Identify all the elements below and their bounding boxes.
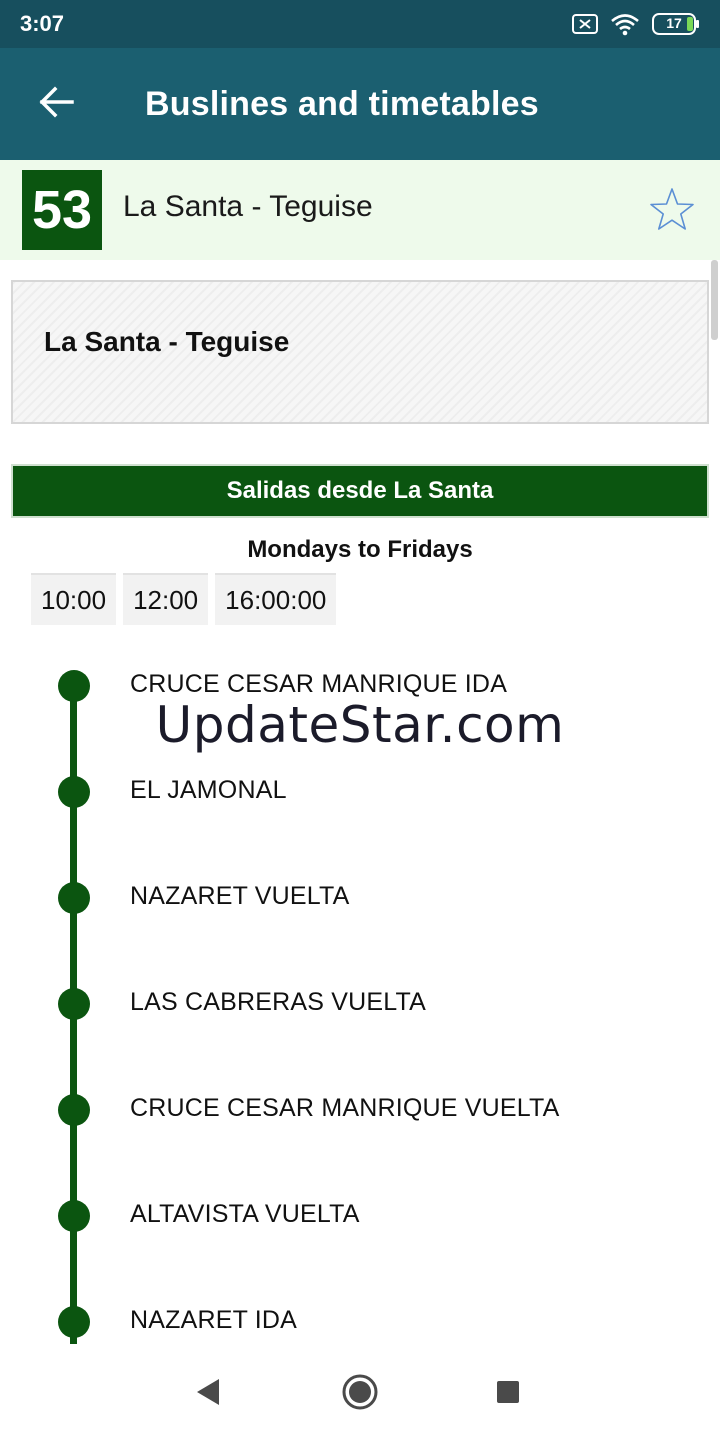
no-sim-icon [572,14,598,34]
app-title: Buslines and timetables [145,84,539,123]
stop-label: LAS CABRERAS VUELTA [130,988,427,1016]
stop-label: EL JAMONAL [130,776,287,804]
stop-label: NAZARET IDA [130,1306,298,1334]
triangle-back-icon [197,1379,219,1405]
stop-dot [58,1306,90,1338]
stop-label: ALTAVISTA VUELTA [130,1200,360,1228]
battery-icon: 17 [652,13,700,35]
stop-label: NAZARET VUELTA [130,882,350,910]
stop-dot [58,882,90,914]
status-time: 3:07 [20,11,65,36]
favorite-button[interactable] [648,186,696,234]
stop-dot [58,1094,90,1126]
departures-header: Salidas desde La Santa [11,464,709,518]
stop-item[interactable]: EL JAMONAL [0,762,720,822]
wifi-icon [610,12,640,36]
square-recents-icon [497,1381,519,1403]
stop-item[interactable]: CRUCE CESAR MANRIQUE VUELTA [0,1080,720,1140]
status-bar: 3:07 17 [0,0,720,48]
route-name: La Santa - Teguise [123,190,373,223]
watermark: UpdateStar.com [155,696,565,754]
stop-label: CRUCE CESAR MANRIQUE VUELTA [130,1094,560,1122]
star-outline-icon [650,188,694,230]
stop-item[interactable]: ALTAVISTA VUELTA [0,1186,720,1246]
back-button[interactable] [0,48,112,160]
departure-times: 10:00 12:00 16:00:00 [31,573,337,625]
stop-item[interactable]: LAS CABRERAS VUELTA [0,974,720,1034]
system-nav-bar [0,1344,720,1440]
nav-back-button[interactable] [188,1372,228,1412]
route-header: 53 La Santa - Teguise [0,160,720,260]
app-bar: Buslines and timetables [0,48,720,160]
status-icons: 17 [572,12,700,36]
route-info-title: La Santa - Teguise [44,326,290,357]
stop-dot [58,1200,90,1232]
route-number-badge: 53 [22,170,102,250]
scrollbar[interactable] [711,260,718,340]
days-label: Mondays to Fridays [247,536,473,563]
stop-label: CRUCE CESAR MANRIQUE IDA [130,670,508,698]
stop-dot [58,776,90,808]
stop-item[interactable]: NAZARET VUELTA [0,868,720,928]
departure-time[interactable]: 10:00 [31,573,117,625]
stop-item[interactable]: NAZARET IDA [0,1292,720,1352]
departure-time[interactable]: 12:00 [123,573,209,625]
arrow-back-icon [38,86,74,123]
departure-time[interactable]: 16:00:00 [215,573,337,625]
circle-home-icon [342,1374,378,1410]
route-info-box: La Santa - Teguise [11,280,709,424]
nav-recents-button[interactable] [488,1372,528,1412]
battery-level: 17 [666,15,682,31]
nav-home-button[interactable] [340,1372,380,1412]
stop-dot [58,988,90,1020]
